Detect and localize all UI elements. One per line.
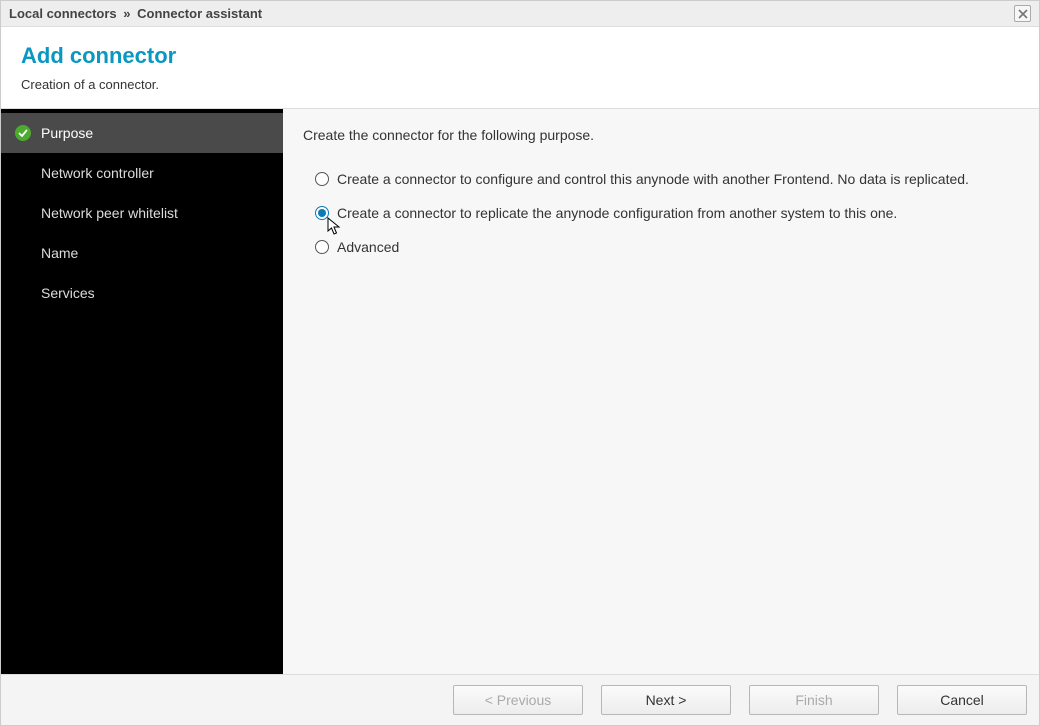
cancel-button[interactable]: Cancel: [897, 685, 1027, 715]
footer: < Previous Next > Finish Cancel: [1, 674, 1039, 725]
radio-option-advanced[interactable]: Advanced: [315, 239, 1019, 255]
breadcrumb-part2: Connector assistant: [137, 6, 262, 21]
previous-button[interactable]: < Previous: [453, 685, 583, 715]
radio-label: Create a connector to configure and cont…: [337, 171, 969, 187]
body: Purpose Network controller Network peer …: [1, 109, 1039, 674]
radio-option-replicate[interactable]: Create a connector to replicate the anyn…: [315, 205, 1019, 221]
radio-icon: [315, 206, 329, 220]
sidebar-item-services[interactable]: Services: [1, 273, 283, 313]
sidebar-item-name[interactable]: Name: [1, 233, 283, 273]
check-icon: [15, 125, 31, 141]
sidebar-item-purpose[interactable]: Purpose: [1, 113, 283, 153]
next-button[interactable]: Next >: [601, 685, 731, 715]
radio-icon: [315, 172, 329, 186]
radio-icon: [315, 240, 329, 254]
content-intro: Create the connector for the following p…: [303, 127, 1019, 143]
dialog-window: Local connectors » Connector assistant A…: [0, 0, 1040, 726]
radio-group-purpose: Create a connector to configure and cont…: [303, 171, 1019, 255]
content-panel: Create the connector for the following p…: [283, 109, 1039, 674]
breadcrumb-part1: Local connectors: [9, 6, 117, 21]
page-subtitle: Creation of a connector.: [21, 77, 1019, 92]
sidebar-item-label: Name: [41, 245, 78, 261]
sidebar-item-label: Network controller: [41, 165, 154, 181]
radio-dot-icon: [318, 209, 326, 217]
close-icon[interactable]: [1014, 5, 1031, 22]
sidebar: Purpose Network controller Network peer …: [1, 109, 283, 674]
page-title: Add connector: [21, 43, 1019, 69]
radio-label: Create a connector to replicate the anyn…: [337, 205, 897, 221]
sidebar-item-label: Services: [41, 285, 95, 301]
breadcrumb-separator: »: [123, 6, 130, 21]
sidebar-item-label: Network peer whitelist: [41, 205, 178, 221]
sidebar-item-network-controller[interactable]: Network controller: [1, 153, 283, 193]
titlebar: Local connectors » Connector assistant: [1, 1, 1039, 27]
radio-option-configure-control[interactable]: Create a connector to configure and cont…: [315, 171, 1019, 187]
header: Add connector Creation of a connector.: [1, 27, 1039, 109]
finish-button[interactable]: Finish: [749, 685, 879, 715]
sidebar-item-label: Purpose: [41, 125, 93, 141]
breadcrumb: Local connectors » Connector assistant: [9, 6, 262, 21]
radio-label: Advanced: [337, 239, 399, 255]
sidebar-item-network-peer-whitelist[interactable]: Network peer whitelist: [1, 193, 283, 233]
